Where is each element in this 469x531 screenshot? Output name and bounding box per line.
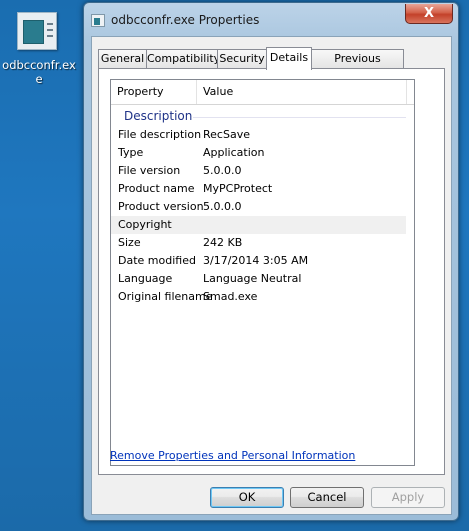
property-name: File version bbox=[118, 164, 181, 177]
list-view-header: Property Value bbox=[111, 80, 414, 105]
column-header-value[interactable]: Value bbox=[197, 80, 407, 104]
details-rows: File description RecSave Type Applicatio… bbox=[111, 126, 414, 306]
property-value: 5.0.0.0 bbox=[203, 200, 242, 213]
group-divider bbox=[193, 117, 406, 118]
properties-window: odbcconfr.exe Properties X General Compa… bbox=[83, 2, 459, 521]
property-name: Size bbox=[118, 236, 141, 249]
property-value: RecSave bbox=[203, 128, 250, 141]
tab-previous-versions[interactable]: Previous Versions bbox=[311, 49, 404, 83]
group-title: Description bbox=[124, 109, 193, 123]
property-value: 3/17/2014 3:05 AM bbox=[203, 254, 309, 267]
list-item[interactable]: Product version 5.0.0.0 bbox=[111, 198, 414, 216]
property-name: Product version bbox=[118, 200, 204, 213]
cancel-button[interactable]: Cancel bbox=[290, 487, 364, 508]
list-item[interactable]: File description RecSave bbox=[111, 126, 414, 144]
close-button[interactable]: X bbox=[405, 4, 453, 24]
column-header-property[interactable]: Property bbox=[111, 80, 197, 104]
tab-details[interactable]: Details bbox=[266, 47, 312, 70]
property-name: Original filename bbox=[118, 290, 213, 303]
list-item[interactable]: Type Application bbox=[111, 144, 414, 162]
window-app-icon bbox=[91, 14, 105, 27]
ok-button[interactable]: OK bbox=[210, 487, 284, 508]
list-item[interactable]: Language Language Neutral bbox=[111, 270, 414, 288]
list-item[interactable]: Original filename Smad.exe bbox=[111, 288, 414, 306]
property-name: Copyright bbox=[118, 218, 172, 231]
apply-button[interactable]: Apply bbox=[371, 487, 445, 508]
details-tab-panel: Property Value Description File descript… bbox=[98, 68, 445, 475]
property-value: Smad.exe bbox=[203, 290, 258, 303]
list-item[interactable]: Date modified 3/17/2014 3:05 AM bbox=[111, 252, 414, 270]
list-item[interactable]: Size 242 KB bbox=[111, 234, 414, 252]
property-value: Language Neutral bbox=[203, 272, 302, 285]
group-header-description: Description bbox=[111, 109, 414, 125]
property-name: Date modified bbox=[118, 254, 196, 267]
window-title: odbcconfr.exe Properties bbox=[111, 13, 260, 27]
property-value: MyPCProtect bbox=[203, 182, 273, 195]
property-name: File description bbox=[118, 128, 202, 141]
executable-file-icon bbox=[17, 12, 57, 50]
title-bar[interactable]: odbcconfr.exe Properties X bbox=[84, 3, 458, 36]
property-value: Application bbox=[203, 146, 265, 159]
property-value: 5.0.0.0 bbox=[203, 164, 242, 177]
desktop-icon-odbcconfr[interactable]: odbcconfr.exe bbox=[0, 4, 78, 94]
desktop-icon-label: odbcconfr.exe bbox=[2, 58, 76, 86]
remove-properties-link[interactable]: Remove Properties and Personal Informati… bbox=[110, 449, 355, 462]
property-name: Language bbox=[118, 272, 173, 285]
property-value: 242 KB bbox=[203, 236, 243, 249]
list-item-selected[interactable]: Copyright bbox=[111, 216, 406, 234]
dialog-client-area: General Compatibility Security Details P… bbox=[91, 36, 452, 515]
property-name: Product name bbox=[118, 182, 195, 195]
list-item[interactable]: Product name MyPCProtect bbox=[111, 180, 414, 198]
details-list-view[interactable]: Property Value Description File descript… bbox=[110, 79, 415, 466]
tab-compatibility[interactable]: Compatibility bbox=[146, 49, 220, 69]
property-name: Type bbox=[118, 146, 144, 159]
tab-general[interactable]: General bbox=[98, 49, 147, 69]
tab-security[interactable]: Security bbox=[217, 49, 267, 69]
list-item[interactable]: File version 5.0.0.0 bbox=[111, 162, 414, 180]
